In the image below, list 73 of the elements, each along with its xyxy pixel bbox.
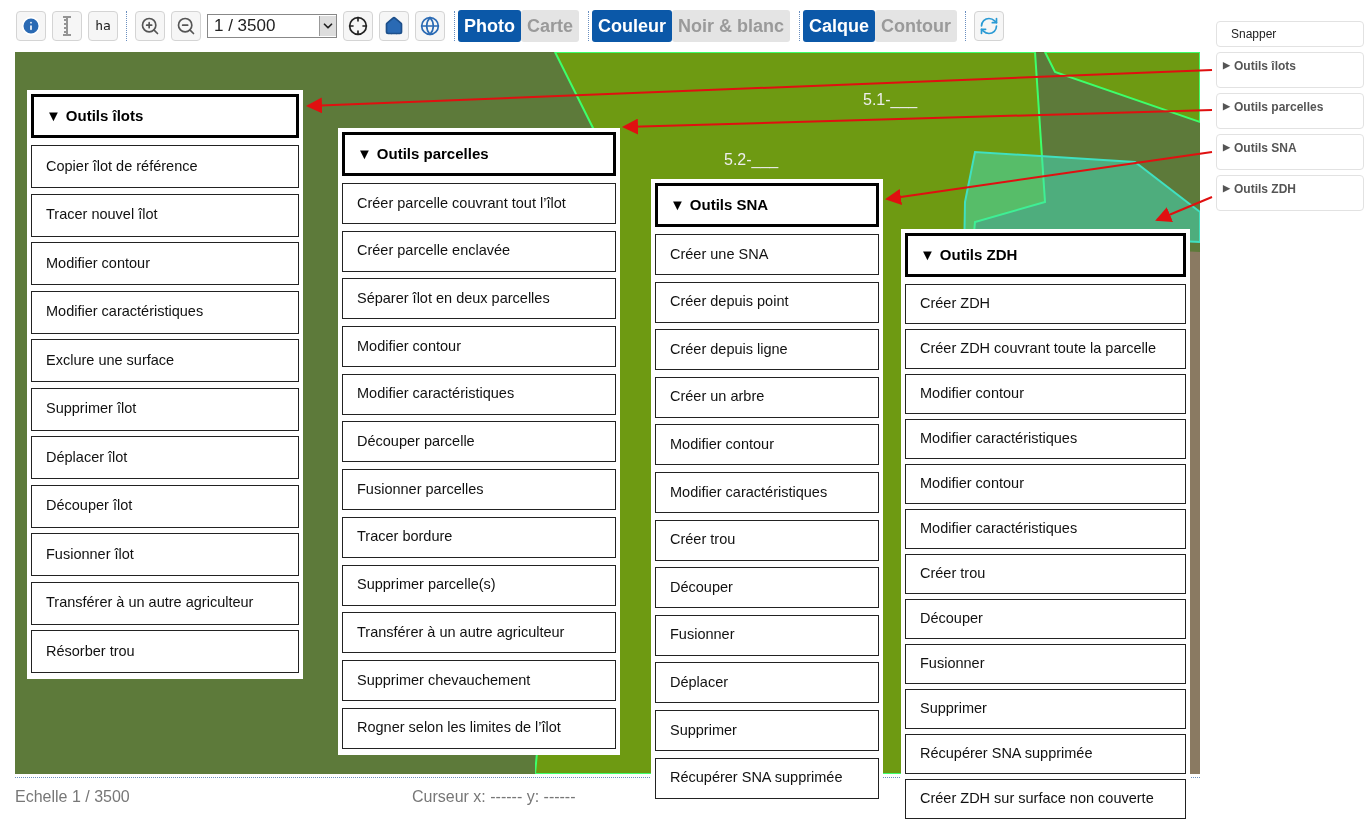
- panel-header[interactable]: ▼ Outils parcelles: [342, 132, 616, 176]
- menu-item[interactable]: Fusionner: [655, 614, 879, 656]
- menu-item[interactable]: Créer ZDH sur surface non couverte: [905, 779, 1186, 819]
- menu-item[interactable]: Modifier contour: [342, 326, 616, 368]
- home-icon[interactable]: [379, 11, 409, 41]
- menu-item[interactable]: Tracer bordure: [342, 516, 616, 558]
- scale-text: Echelle 1 / 3500: [15, 786, 131, 807]
- panel-header[interactable]: ▼ Outils îlots: [31, 94, 299, 138]
- tool-section-header[interactable]: ▶ Outils parcelles: [1216, 93, 1364, 129]
- panel-header[interactable]: ▼ Outils SNA: [655, 183, 879, 227]
- menu-item[interactable]: Rogner selon les limites de l’îlot: [342, 707, 616, 749]
- menu-item[interactable]: Découper îlot: [31, 484, 299, 528]
- menu-item[interactable]: Créer depuis ligne: [655, 329, 879, 371]
- toggle-button[interactable]: Photo: [458, 10, 521, 42]
- menu-item[interactable]: Modifier caractéristiques: [905, 509, 1186, 549]
- ruler-icon[interactable]: [52, 11, 82, 41]
- menu-item[interactable]: Déplacer îlot: [31, 436, 299, 479]
- toggle-button[interactable]: Calque: [803, 10, 876, 42]
- menu-item[interactable]: Créer ZDH: [905, 284, 1186, 324]
- snapper-button[interactable]: Snapper: [1216, 21, 1364, 47]
- menu-item[interactable]: Fusionner parcelles: [342, 469, 616, 511]
- menu-item[interactable]: Créer trou: [655, 519, 879, 561]
- zoom-in-icon[interactable]: [135, 11, 165, 41]
- tool-section-header[interactable]: ▶ Outils îlots: [1216, 52, 1364, 88]
- menu-item[interactable]: Créer une SNA: [655, 234, 879, 275]
- menu-item[interactable]: Modifier contour: [655, 424, 879, 466]
- menu-item[interactable]: Modifier caractéristiques: [905, 419, 1186, 459]
- toggle-button[interactable]: Couleur: [592, 10, 673, 42]
- menu-item[interactable]: Fusionner: [905, 644, 1186, 684]
- menu-item[interactable]: Supprimer parcelle(s): [342, 564, 616, 606]
- menu-item[interactable]: Créer ZDH couvrant toute la parcelle: [905, 329, 1186, 369]
- menu-item[interactable]: Résorber trou: [31, 630, 299, 673]
- info-icon[interactable]: [16, 11, 46, 41]
- menu-item[interactable]: Créer parcelle enclavée: [342, 230, 616, 272]
- menu-item[interactable]: Modifier caractéristiques: [31, 290, 299, 334]
- menu-item[interactable]: Créer trou: [905, 554, 1186, 594]
- menu-item[interactable]: Modifier caractéristiques: [342, 373, 616, 415]
- menu-item[interactable]: Découper: [655, 567, 879, 609]
- panel-header[interactable]: ▼ Outils ZDH: [905, 233, 1186, 277]
- menu-item[interactable]: Découper parcelle: [342, 421, 616, 463]
- menu-item[interactable]: Modifier caractéristiques: [655, 471, 879, 513]
- crosshair-icon[interactable]: [343, 11, 373, 41]
- menu-item[interactable]: Séparer îlot en deux parcelles: [342, 278, 616, 320]
- menu-item[interactable]: Exclure une surface: [31, 339, 299, 382]
- menu-item[interactable]: Modifier contour: [905, 464, 1186, 504]
- menu-item[interactable]: Supprimer: [905, 689, 1186, 729]
- menu-item[interactable]: Récupérer SNA supprimée: [905, 734, 1186, 774]
- menu-item[interactable]: Récupérer SNA supprimée: [655, 757, 879, 799]
- menu-item[interactable]: Créer depuis point: [655, 281, 879, 323]
- menu-item[interactable]: Transférer à un autre agriculteur: [31, 581, 299, 625]
- parcel-label: 5.1-___: [863, 90, 918, 111]
- cursor-coordinates: Curseur x: ------ y: ------: [412, 786, 576, 807]
- menu-item[interactable]: Copier îlot de référence: [31, 145, 299, 188]
- menu-item[interactable]: Créer parcelle couvrant tout l’îlot: [342, 183, 616, 224]
- menu-item[interactable]: Supprimer chevauchement: [342, 659, 616, 701]
- tool-section-header[interactable]: ▶ Outils SNA: [1216, 134, 1364, 170]
- menu-item[interactable]: Créer un arbre: [655, 376, 879, 418]
- menu-item[interactable]: Transférer à un autre agriculteur: [342, 612, 616, 654]
- zoom-out-icon[interactable]: [171, 11, 201, 41]
- menu-item[interactable]: Découper: [905, 599, 1186, 639]
- tool-section-header[interactable]: ▶ Outils ZDH: [1216, 175, 1364, 211]
- menu-item[interactable]: Modifier contour: [31, 242, 299, 285]
- refresh-icon[interactable]: [974, 11, 1005, 41]
- scale-select[interactable]: 1 / 3500: [207, 14, 337, 38]
- menu-item[interactable]: Fusionner îlot: [31, 533, 299, 576]
- menu-item[interactable]: Modifier contour: [905, 374, 1186, 414]
- area-button[interactable]: ha: [88, 11, 118, 41]
- menu-item[interactable]: Tracer nouvel îlot: [31, 193, 299, 237]
- menu-item[interactable]: Supprimer îlot: [31, 387, 299, 431]
- menu-item[interactable]: Déplacer: [655, 662, 879, 704]
- globe-icon[interactable]: [415, 11, 445, 41]
- menu-item[interactable]: Supprimer: [655, 709, 879, 751]
- parcel-label: 5.2-___: [724, 150, 779, 171]
